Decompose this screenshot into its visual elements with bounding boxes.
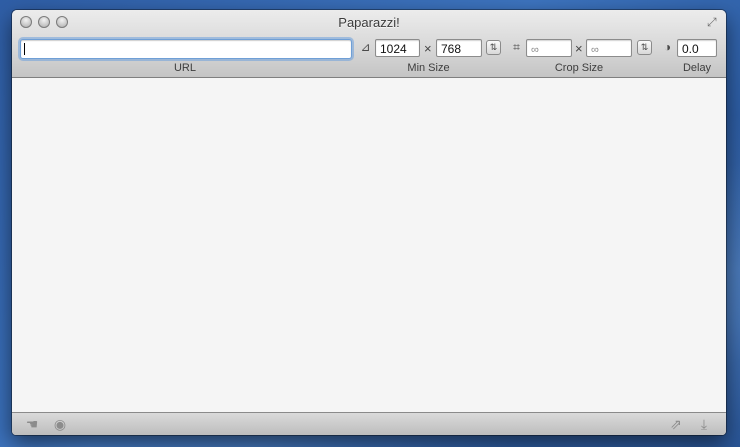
crop-size-label: Crop Size [554,62,604,74]
fullscreen-icon[interactable]: ⤢ [707,15,721,29]
window-title: Paparazzi! [338,15,400,30]
toolbar: Paparazzi! ⤢ URL ⊿ 1024 × 768 ⇅ Min Size… [12,10,726,78]
clock-icon: ◑ [663,40,672,54]
delay-label: Delay [682,62,712,74]
swap-icon[interactable]: ⇅ [637,40,652,55]
min-width-field[interactable]: 1024 [375,39,420,57]
resize-icon: ⊿ [360,40,371,54]
swap-icon[interactable]: ⇅ [486,40,501,55]
text-caret [24,43,25,55]
download-icon[interactable]: ⤓ [696,416,712,432]
bottom-bar: ☚ ◉ ⇗ ⤓ [12,412,726,435]
web-view-area[interactable] [12,78,726,412]
min-height-field[interactable]: 768 [436,39,482,57]
crop-width-placeholder: ∞ [531,44,539,56]
min-size-label: Min Size [407,62,450,74]
crop-width-field[interactable]: ∞ [526,39,572,57]
hand-icon[interactable]: ☚ [24,416,40,432]
crop-size-separator: × [575,41,583,56]
min-size-separator: × [424,41,432,56]
url-input[interactable] [20,39,352,59]
crop-height-field[interactable]: ∞ [586,39,632,57]
url-label: URL [173,62,196,74]
crop-height-placeholder: ∞ [591,44,599,56]
eye-icon[interactable]: ◉ [52,416,68,432]
app-window: Paparazzi! ⤢ URL ⊿ 1024 × 768 ⇅ Min Size… [12,10,726,435]
share-icon[interactable]: ⇗ [668,416,684,432]
delay-field[interactable]: 0.0 [677,39,717,57]
crop-icon: ⌗ [513,40,520,54]
